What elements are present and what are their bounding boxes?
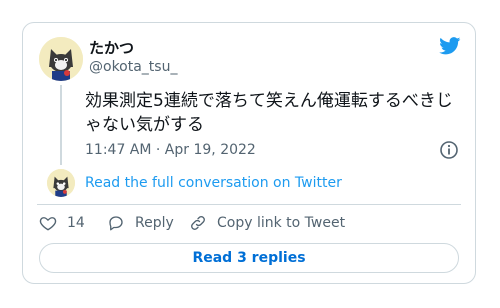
tweet-timestamp[interactable]: 11:47 AM · Apr 19, 2022	[85, 141, 256, 159]
thread-line	[60, 85, 62, 165]
info-icon[interactable]	[439, 140, 459, 160]
tweet-text: 効果測定5連続で落ちて笑えん俺運転するべきじゃない気がする	[85, 91, 453, 135]
copy-link-button[interactable]: Copy link to Tweet	[189, 211, 345, 235]
like-count: 14	[67, 215, 85, 231]
cat-avatar-icon	[47, 169, 75, 197]
conversation-avatar[interactable]	[47, 169, 75, 197]
reply-label: Reply	[135, 215, 174, 231]
author-name[interactable]: たかつ	[89, 38, 134, 58]
like-button[interactable]: 14	[39, 211, 85, 235]
author-handle[interactable]: @okota_tsu_	[89, 58, 177, 76]
heart-icon	[39, 217, 57, 231]
cat-avatar-icon	[39, 37, 83, 81]
read-conversation-link[interactable]: Read the full conversation on Twitter	[85, 174, 342, 192]
tweet-card: たかつ @okota_tsu_ 効果測定5連続で落ちて笑えん俺運転するべきじゃな…	[22, 22, 476, 284]
read-replies-button[interactable]: Read 3 replies	[39, 243, 459, 273]
reply-bubble-icon	[109, 216, 123, 231]
divider	[37, 204, 461, 205]
bird-logo-icon[interactable]	[439, 37, 461, 55]
author-avatar[interactable]	[39, 37, 83, 81]
reply-button[interactable]: Reply	[107, 211, 174, 235]
copy-link-label: Copy link to Tweet	[217, 215, 346, 231]
link-chain-icon	[191, 216, 205, 230]
